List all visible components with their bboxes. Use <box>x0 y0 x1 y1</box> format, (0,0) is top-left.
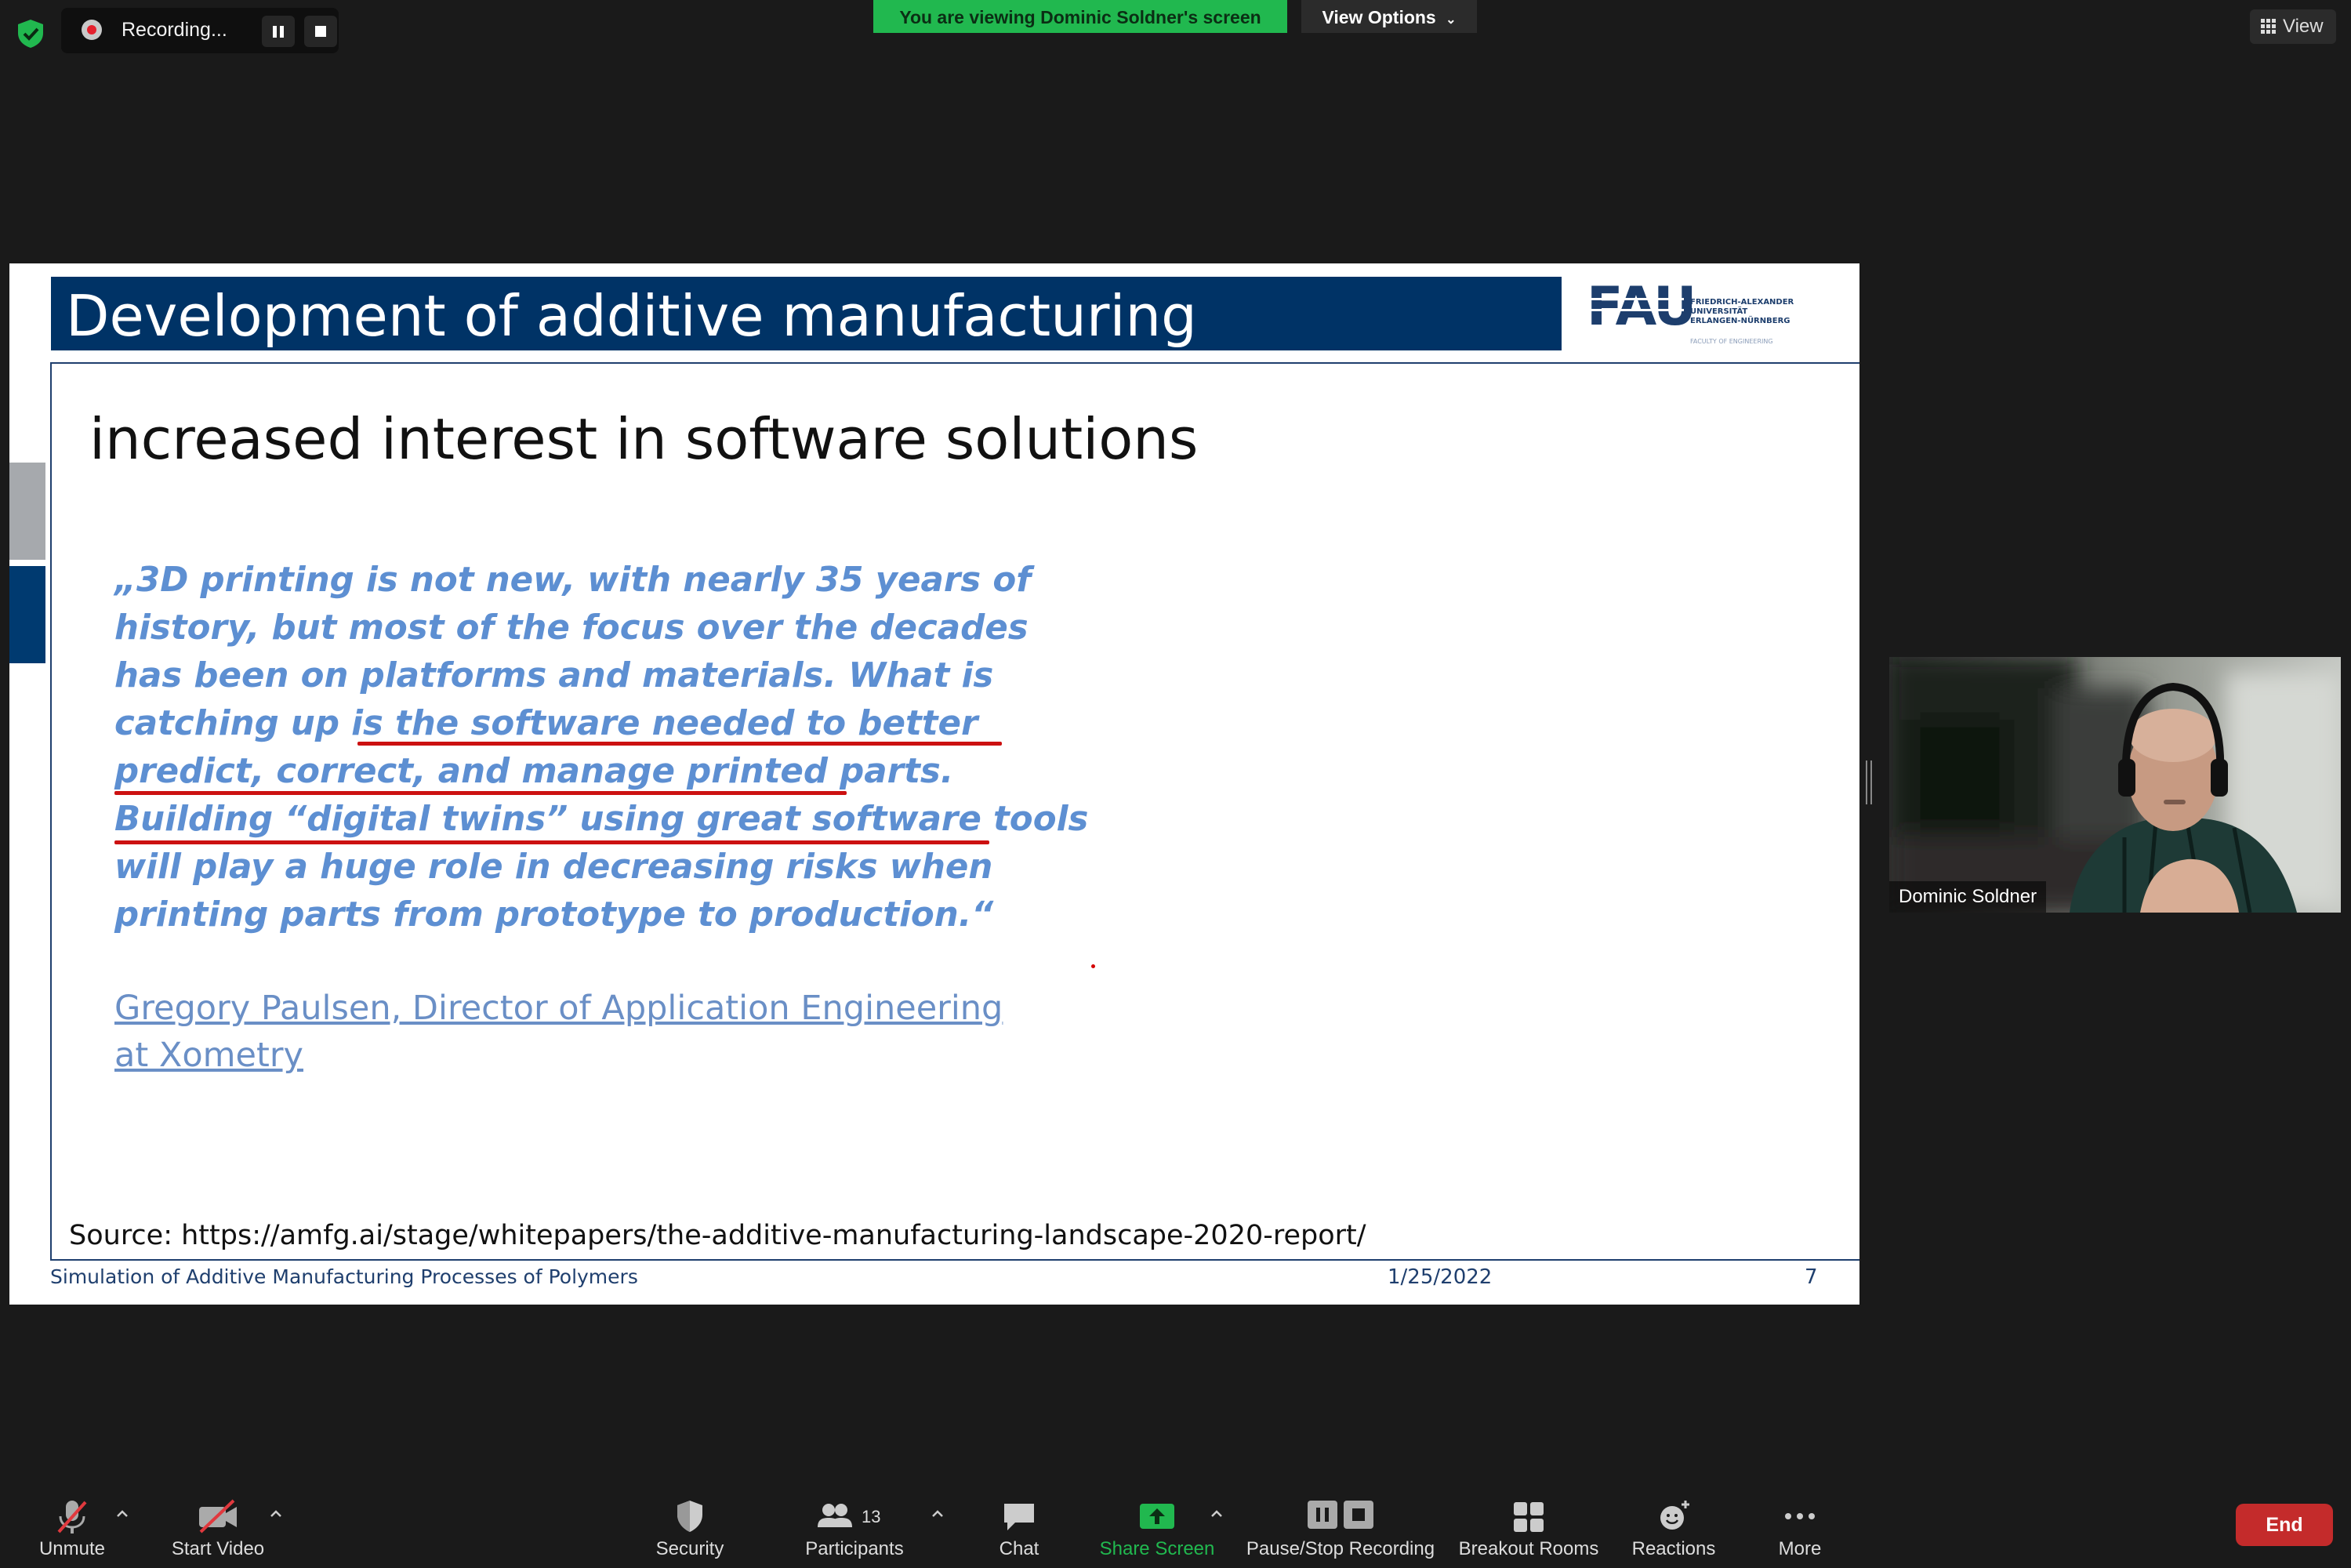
viewing-screen-banner: You are viewing Dominic Soldner's screen <box>873 0 1287 33</box>
fau-logo-line3: ERLANGEN-NÜRNBERG <box>1690 314 1790 325</box>
slide-side-tab-blue <box>9 566 45 663</box>
reactions-button[interactable]: Reactions <box>1623 1490 1725 1568</box>
participants-options-caret-icon[interactable] <box>928 1505 947 1521</box>
recording-label: Recording... <box>122 19 227 41</box>
unmute-button[interactable]: Unmute <box>22 1490 122 1568</box>
video-options-caret-icon[interactable] <box>267 1505 285 1521</box>
video-camera-off-icon <box>199 1499 237 1534</box>
share-screen-label: Share Screen <box>1099 1538 1215 1559</box>
participants-button[interactable]: 13 Participants <box>792 1490 917 1568</box>
chevron-down-icon: ⌄ <box>1446 13 1457 27</box>
annotation-underline <box>357 742 1002 746</box>
breakout-rooms-label: Breakout Rooms <box>1458 1538 1599 1559</box>
participant-name-label: Dominic Soldner <box>1889 881 2047 913</box>
slide-title: Development of additive manufacturing <box>66 283 1197 349</box>
slide-side-tab-grey <box>9 463 45 560</box>
quote-line: catching up is the software needed to be… <box>114 704 978 743</box>
pause-icon <box>273 26 277 38</box>
share-screen-arrow-icon <box>1140 1504 1174 1529</box>
slide-subtitle: increased interest in software solutions <box>89 406 1199 472</box>
slide-footer-date: 1/25/2022 <box>1388 1265 1493 1289</box>
unmute-label: Unmute <box>38 1538 106 1559</box>
security-shield-icon <box>677 1501 702 1532</box>
slide-footer-title: Simulation of Additive Manufacturing Pro… <box>50 1265 638 1288</box>
share-screen-button[interactable]: Share Screen <box>1094 1490 1220 1568</box>
slide-frame-top <box>50 362 1859 364</box>
security-shield-icon[interactable] <box>14 17 47 50</box>
audio-options-caret-icon[interactable] <box>113 1505 132 1521</box>
stop-recording-button[interactable] <box>304 16 337 47</box>
view-layout-button[interactable]: View <box>2250 9 2336 44</box>
quote-line: will play a huge role in decreasing risk… <box>114 848 993 887</box>
security-label: Security <box>655 1538 724 1559</box>
attribution-line: at Xometry <box>114 1036 303 1075</box>
participants-label: Participants <box>805 1538 904 1559</box>
view-label: View <box>2283 16 2324 37</box>
grid-icon <box>2261 19 2276 34</box>
video-feed <box>1889 657 2341 913</box>
panel-splitter-handle[interactable] <box>1864 760 1874 804</box>
pause-recording-button[interactable] <box>262 16 295 47</box>
microphone-muted-icon <box>57 1501 87 1534</box>
slide-page-number: 7 <box>1805 1265 1818 1289</box>
fau-logo-line2: UNIVERSITÄT <box>1690 305 1747 316</box>
chat-bubble-icon <box>1004 1504 1034 1530</box>
share-screen-options-caret-icon[interactable] <box>1207 1505 1226 1521</box>
annotation-underline <box>114 791 847 795</box>
quote-line: „3D printing is not new, with nearly 35 … <box>114 561 1032 600</box>
breakout-rooms-icon <box>1514 1502 1544 1532</box>
slide-frame-bottom <box>50 1259 1859 1261</box>
chat-button[interactable]: Chat <box>980 1490 1058 1568</box>
fau-logo: FAU FRIEDRICH-ALEXANDER UNIVERSITÄT ERLA… <box>1587 281 1794 345</box>
fau-logo-line1: FRIEDRICH-ALEXANDER <box>1690 298 1794 307</box>
security-button[interactable]: Security <box>643 1490 737 1568</box>
quote-block: „3D printing is not new, with nearly 35 … <box>114 557 1089 939</box>
quote-line: printing parts from prototype to product… <box>114 895 994 935</box>
view-options-button[interactable]: View Options ⌄ <box>1301 0 1477 33</box>
pause-stop-recording-label: Pause/Stop Recording <box>1246 1538 1435 1559</box>
reaction-emoji-icon <box>1660 1501 1689 1530</box>
more-label: More <box>1778 1538 1822 1559</box>
participant-video-tile[interactable] <box>1889 657 2341 913</box>
start-video-button[interactable]: Start Video <box>160 1490 276 1568</box>
more-button[interactable]: More <box>1761 1490 1839 1568</box>
pause-stop-recording-icon <box>1308 1501 1373 1529</box>
stop-icon <box>315 26 326 37</box>
more-dots-icon <box>1785 1513 1815 1519</box>
record-icon <box>82 20 102 40</box>
breakout-rooms-button[interactable]: Breakout Rooms <box>1452 1490 1605 1568</box>
slide-frame-left <box>50 362 52 1261</box>
participants-icon: 13 <box>818 1504 880 1527</box>
start-video-label: Start Video <box>171 1538 265 1559</box>
quote-line: history, but most of the focus over the … <box>114 608 1029 648</box>
pause-icon-bar <box>280 26 284 38</box>
source-citation: Source: https://amfg.ai/stage/whitepaper… <box>69 1220 1366 1251</box>
fau-logo-line4: FACULTY OF ENGINEERING <box>1690 338 1773 345</box>
attribution-line: Gregory Paulsen, Director of Application… <box>114 989 1003 1028</box>
reactions-label: Reactions <box>1631 1538 1716 1559</box>
quote-line: has been on platforms and materials. Wha… <box>114 656 994 695</box>
participant-count: 13 <box>862 1507 880 1526</box>
annotation-underline <box>114 840 989 844</box>
chat-label: Chat <box>999 1538 1039 1559</box>
quote-line: predict, correct, and manage printed par… <box>114 752 954 791</box>
view-options-label: View Options <box>1322 7 1436 27</box>
pause-stop-recording-button[interactable]: Pause/Stop Recording <box>1245 1490 1436 1568</box>
end-meeting-button[interactable]: End <box>2236 1504 2333 1546</box>
quote-attribution-link[interactable]: Gregory Paulsen, Director of Application… <box>114 985 1003 1079</box>
shared-screen-slide: Development of additive manufacturing FA… <box>9 263 1859 1305</box>
laser-pointer-dot <box>1091 964 1095 968</box>
quote-line: Building “digital twins” using great sof… <box>114 800 1089 839</box>
